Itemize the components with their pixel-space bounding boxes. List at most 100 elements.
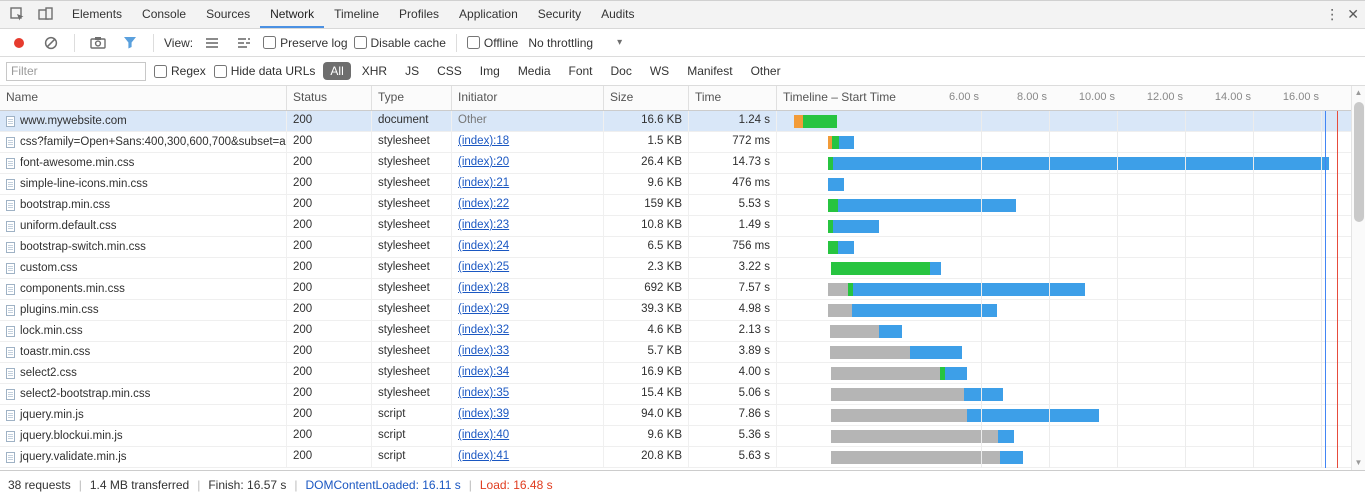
- clear-button[interactable]: [38, 31, 64, 55]
- type-filter-css[interactable]: CSS: [430, 62, 469, 80]
- type-filter-doc[interactable]: Doc: [604, 62, 639, 80]
- initiator-link[interactable]: (index):22: [458, 198, 509, 210]
- request-row[interactable]: plugins.min.css 200 stylesheet (index):29 39…: [0, 300, 1365, 321]
- type-filter-media[interactable]: Media: [511, 62, 558, 80]
- waterfall-bar[interactable]: [831, 388, 1004, 401]
- initiator-link[interactable]: (index):29: [458, 303, 509, 315]
- type-filter-ws[interactable]: WS: [643, 62, 676, 80]
- waterfall-bar[interactable]: [828, 136, 855, 149]
- view-large-rows-icon[interactable]: [231, 31, 257, 55]
- initiator-link[interactable]: (index):24: [458, 240, 509, 252]
- type-filter-img[interactable]: Img: [473, 62, 507, 80]
- request-row[interactable]: bootstrap.min.css 200 stylesheet (index):22…: [0, 195, 1365, 216]
- waterfall-bar[interactable]: [831, 367, 968, 380]
- record-button[interactable]: [6, 31, 32, 55]
- waterfall-bar[interactable]: [828, 220, 879, 233]
- waterfall-bar[interactable]: [828, 178, 845, 191]
- request-row[interactable]: lock.min.css 200 stylesheet (index):32 4.6 K…: [0, 321, 1365, 342]
- column-header-name[interactable]: Name: [0, 86, 287, 110]
- request-row[interactable]: font-awesome.min.css 200 stylesheet (index)…: [0, 153, 1365, 174]
- request-row[interactable]: select2.css 200 stylesheet (index):34 16.9 K…: [0, 363, 1365, 384]
- tab-profiles[interactable]: Profiles: [389, 1, 449, 28]
- request-row[interactable]: components.min.css 200 stylesheet (index):2…: [0, 279, 1365, 300]
- type-filter-all[interactable]: All: [323, 62, 351, 80]
- type-filter-js[interactable]: JS: [398, 62, 426, 80]
- waterfall-bar[interactable]: [828, 199, 1016, 212]
- initiator-link[interactable]: (index):40: [458, 429, 509, 441]
- device-toolbar-icon[interactable]: [32, 3, 58, 27]
- initiator-link[interactable]: (index):23: [458, 219, 509, 231]
- column-header-type[interactable]: Type: [372, 86, 452, 110]
- regex-input[interactable]: [154, 64, 167, 78]
- tab-network[interactable]: Network: [260, 1, 325, 28]
- scroll-up-icon[interactable]: ▲: [1355, 86, 1363, 100]
- waterfall-bar[interactable]: [828, 241, 854, 254]
- overflow-menu-icon[interactable]: ⋮: [1325, 6, 1339, 23]
- offline-input[interactable]: [466, 36, 480, 49]
- hide-data-urls-checkbox[interactable]: Hide data URLs: [213, 64, 315, 78]
- request-row[interactable]: uniform.default.css 200 stylesheet (index):…: [0, 216, 1365, 237]
- waterfall-bar[interactable]: [831, 262, 941, 275]
- tab-security[interactable]: Security: [528, 1, 591, 28]
- column-header-time[interactable]: Time: [689, 86, 777, 110]
- request-row[interactable]: custom.css 200 stylesheet (index):25 2.3 KB 3…: [0, 258, 1365, 279]
- offline-checkbox[interactable]: Offline: [466, 36, 518, 50]
- close-devtools-icon[interactable]: ✕: [1347, 6, 1359, 23]
- request-row[interactable]: select2-bootstrap.min.css 200 stylesheet (i…: [0, 384, 1365, 405]
- waterfall-bar[interactable]: [828, 304, 998, 317]
- waterfall-bar[interactable]: [829, 346, 962, 359]
- request-row[interactable]: simple-line-icons.min.css 200 stylesheet (i…: [0, 174, 1365, 195]
- throttling-select[interactable]: No throttling ▾: [524, 34, 626, 52]
- column-header-size[interactable]: Size: [604, 86, 689, 110]
- tab-audits[interactable]: Audits: [591, 1, 644, 28]
- scroll-down-icon[interactable]: ▼: [1355, 456, 1363, 470]
- waterfall-bar[interactable]: [831, 409, 1099, 422]
- view-list-icon[interactable]: [199, 31, 225, 55]
- initiator-link[interactable]: (index):28: [458, 282, 509, 294]
- initiator-link[interactable]: (index):25: [458, 261, 509, 273]
- filter-input[interactable]: [6, 61, 146, 81]
- waterfall-bar[interactable]: [828, 283, 1086, 296]
- request-row[interactable]: www.mywebsite.com 200 document Other 16.6 KB…: [0, 111, 1365, 132]
- type-filter-font[interactable]: Font: [562, 62, 600, 80]
- regex-checkbox[interactable]: Regex: [154, 64, 206, 78]
- request-row[interactable]: jquery.min.js 200 script (index):39 94.0 KB 7…: [0, 405, 1365, 426]
- tab-console[interactable]: Console: [132, 1, 196, 28]
- initiator-link[interactable]: (index):41: [458, 450, 509, 462]
- hide-data-urls-input[interactable]: [213, 64, 227, 78]
- tab-timeline[interactable]: Timeline: [324, 1, 389, 28]
- disable-cache-checkbox[interactable]: Disable cache: [353, 36, 446, 50]
- type-filter-other[interactable]: Other: [744, 62, 788, 80]
- waterfall-bar[interactable]: [829, 325, 903, 338]
- disable-cache-input[interactable]: [353, 36, 367, 49]
- scrollbar-thumb[interactable]: [1353, 102, 1364, 222]
- request-row[interactable]: css?family=Open+Sans:400,300,600,700&sub…: [0, 132, 1365, 153]
- initiator-link[interactable]: (index):21: [458, 177, 509, 189]
- column-header-initiator[interactable]: Initiator: [452, 86, 604, 110]
- filter-funnel-icon[interactable]: [117, 31, 143, 55]
- waterfall-bar[interactable]: [794, 115, 837, 128]
- initiator-link[interactable]: (index):34: [458, 366, 509, 378]
- initiator-link[interactable]: (index):39: [458, 408, 509, 420]
- type-filter-xhr[interactable]: XHR: [355, 62, 394, 80]
- request-row[interactable]: bootstrap-switch.min.css 200 stylesheet (in…: [0, 237, 1365, 258]
- preserve-log-checkbox[interactable]: Preserve log: [263, 36, 348, 50]
- initiator-link[interactable]: (index):18: [458, 135, 509, 147]
- initiator-link[interactable]: (index):33: [458, 345, 509, 357]
- tab-elements[interactable]: Elements: [62, 1, 132, 28]
- waterfall-bar[interactable]: [831, 430, 1014, 443]
- waterfall-bar[interactable]: [831, 451, 1023, 464]
- column-header-status[interactable]: Status: [287, 86, 372, 110]
- type-filter-manifest[interactable]: Manifest: [680, 62, 739, 80]
- tab-sources[interactable]: Sources: [196, 1, 260, 28]
- preserve-log-input[interactable]: [263, 36, 277, 49]
- request-row[interactable]: toastr.min.css 200 stylesheet (index):33 5.7…: [0, 342, 1365, 363]
- inspect-element-icon[interactable]: [4, 3, 30, 27]
- request-row[interactable]: jquery.validate.min.js 200 script (index):4…: [0, 447, 1365, 468]
- initiator-link[interactable]: (index):35: [458, 387, 509, 399]
- initiator-link[interactable]: (index):20: [458, 156, 509, 168]
- screenshot-capture-icon[interactable]: [85, 31, 111, 55]
- tab-application[interactable]: Application: [449, 1, 528, 28]
- request-row[interactable]: jquery.blockui.min.js 200 script (index):40…: [0, 426, 1365, 447]
- initiator-link[interactable]: (index):32: [458, 324, 509, 336]
